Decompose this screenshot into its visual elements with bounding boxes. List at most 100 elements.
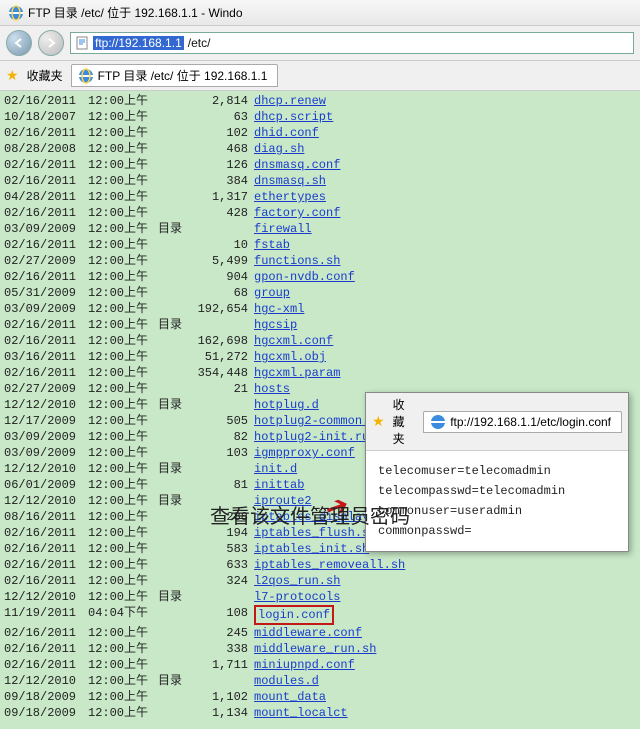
col-kind — [158, 205, 192, 221]
back-button[interactable] — [6, 30, 32, 56]
col-date: 09/18/2009 — [0, 705, 88, 721]
col-date: 02/16/2011 — [0, 625, 88, 641]
page-icon — [75, 36, 89, 50]
col-time: 12:00上午 — [88, 301, 158, 317]
file-link[interactable]: dnsmasq.sh — [254, 173, 326, 189]
dir-link[interactable]: hotplug.d — [254, 397, 319, 413]
col-date: 09/18/2009 — [0, 689, 88, 705]
col-time: 12:00上午 — [88, 93, 158, 109]
file-link[interactable]: iptables_init.sh — [254, 541, 369, 557]
tab-ftp[interactable]: FTP 目录 /etc/ 位于 192.168.1.1 — [71, 64, 279, 87]
star-icon[interactable]: ★ — [6, 67, 19, 84]
dir-link[interactable]: init.d — [254, 461, 297, 477]
file-link[interactable]: mount_data — [254, 689, 326, 705]
col-date: 12/17/2009 — [0, 413, 88, 429]
col-size: 126 — [192, 157, 254, 173]
col-date: 08/16/2011 — [0, 509, 88, 525]
listing-row: 02/16/201112:00上午目录hgcsip — [0, 317, 640, 333]
file-link[interactable]: l2qos_run.sh — [254, 573, 340, 589]
popup-tab[interactable]: ftp://192.168.1.1/etc/login.conf — [423, 411, 622, 433]
col-time: 12:00上午 — [88, 285, 158, 301]
listing-row: 04/28/201112:00上午1,317ethertypes — [0, 189, 640, 205]
col-date: 02/16/2011 — [0, 557, 88, 573]
col-size: 583 — [192, 541, 254, 557]
file-link[interactable]: igmpproxy.conf — [254, 445, 355, 461]
file-link[interactable]: dhcp.script — [254, 109, 333, 125]
col-time: 12:00上午 — [88, 317, 158, 333]
col-time: 12:00上午 — [88, 689, 158, 705]
col-size: 1,102 — [192, 689, 254, 705]
forward-button[interactable] — [38, 30, 64, 56]
file-link[interactable]: hosts — [254, 381, 290, 397]
col-size: 103 — [192, 445, 254, 461]
col-time: 12:00上午 — [88, 365, 158, 381]
file-link[interactable]: gpon-nvdb.conf — [254, 269, 355, 285]
col-time: 12:00上午 — [88, 333, 158, 349]
col-kind: 目录 — [158, 397, 192, 413]
col-time: 12:00上午 — [88, 589, 158, 605]
col-kind: 目录 — [158, 221, 192, 237]
file-link[interactable]: ethertypes — [254, 189, 326, 205]
file-link[interactable]: group — [254, 285, 290, 301]
favorites-label[interactable]: 收藏夹 — [393, 396, 416, 447]
col-kind — [158, 333, 192, 349]
col-kind — [158, 285, 192, 301]
col-size: 10 — [192, 237, 254, 253]
col-kind: 目录 — [158, 673, 192, 689]
col-time: 04:04下午 — [88, 605, 158, 625]
listing-row: 09/18/200912:00上午 1,102mount_data — [0, 689, 640, 705]
file-link[interactable]: dnsmasq.conf — [254, 157, 340, 173]
dir-link[interactable]: hgcsip — [254, 317, 297, 333]
col-kind — [158, 625, 192, 641]
col-size: 108 — [192, 605, 254, 625]
file-link[interactable]: hgcxml.param — [254, 365, 340, 381]
file-link[interactable]: fstab — [254, 237, 290, 253]
config-line: telecomuser=telecomadmin — [378, 461, 616, 481]
listing-row: 02/16/201112:00上午338middleware_run.sh — [0, 641, 640, 657]
file-link[interactable]: hgcxml.conf — [254, 333, 333, 349]
col-date: 04/28/2011 — [0, 189, 88, 205]
file-link[interactable]: miniupnpd.conf — [254, 657, 355, 673]
file-link[interactable]: functions.sh — [254, 253, 340, 269]
file-link[interactable]: diag.sh — [254, 141, 304, 157]
listing-row: 02/16/201112:00上午354,448hgcxml.param — [0, 365, 640, 381]
file-link[interactable]: hgc-xml — [254, 301, 304, 317]
listing-row: 02/16/201112:00上午245middleware.conf — [0, 625, 640, 641]
address-input[interactable]: ftp://192.168.1.1/etc/ — [70, 32, 634, 54]
col-kind — [158, 237, 192, 253]
col-time: 12:00上午 — [88, 493, 158, 509]
file-link[interactable]: dhid.conf — [254, 125, 319, 141]
col-size: 904 — [192, 269, 254, 285]
col-date: 12/12/2010 — [0, 673, 88, 689]
dir-link[interactable]: firewall — [254, 221, 312, 237]
col-kind — [158, 253, 192, 269]
col-time: 12:00上午 — [88, 381, 158, 397]
col-kind — [158, 125, 192, 141]
col-date: 02/16/2011 — [0, 173, 88, 189]
file-link[interactable]: iptables_removeall.sh — [254, 557, 405, 573]
file-link[interactable]: middleware_run.sh — [254, 641, 376, 657]
file-link[interactable]: middleware.conf — [254, 625, 362, 641]
col-date: 02/16/2011 — [0, 93, 88, 109]
favorites-label[interactable]: 收藏夹 — [27, 67, 63, 84]
col-time: 12:00上午 — [88, 429, 158, 445]
file-link[interactable]: dhcp.renew — [254, 93, 326, 109]
col-kind — [158, 705, 192, 721]
col-date: 12/12/2010 — [0, 493, 88, 509]
dir-link[interactable]: modules.d — [254, 673, 319, 689]
col-size: 505 — [192, 413, 254, 429]
dir-link[interactable]: l7-protocols — [254, 589, 340, 605]
file-link[interactable]: hgcxml.obj — [254, 349, 326, 365]
file-link[interactable]: login.conf — [254, 605, 334, 625]
config-line: commonpasswd= — [378, 521, 616, 541]
col-date: 02/16/2011 — [0, 541, 88, 557]
file-link[interactable]: inittab — [254, 477, 304, 493]
file-link[interactable]: mount_localct — [254, 705, 348, 721]
col-time: 12:00上午 — [88, 705, 158, 721]
col-size: 468 — [192, 141, 254, 157]
highlighted-file[interactable]: login.conf — [254, 605, 334, 625]
file-link[interactable]: factory.conf — [254, 205, 340, 221]
col-date: 10/18/2007 — [0, 109, 88, 125]
star-icon[interactable]: ★ — [372, 413, 385, 430]
col-kind — [158, 445, 192, 461]
